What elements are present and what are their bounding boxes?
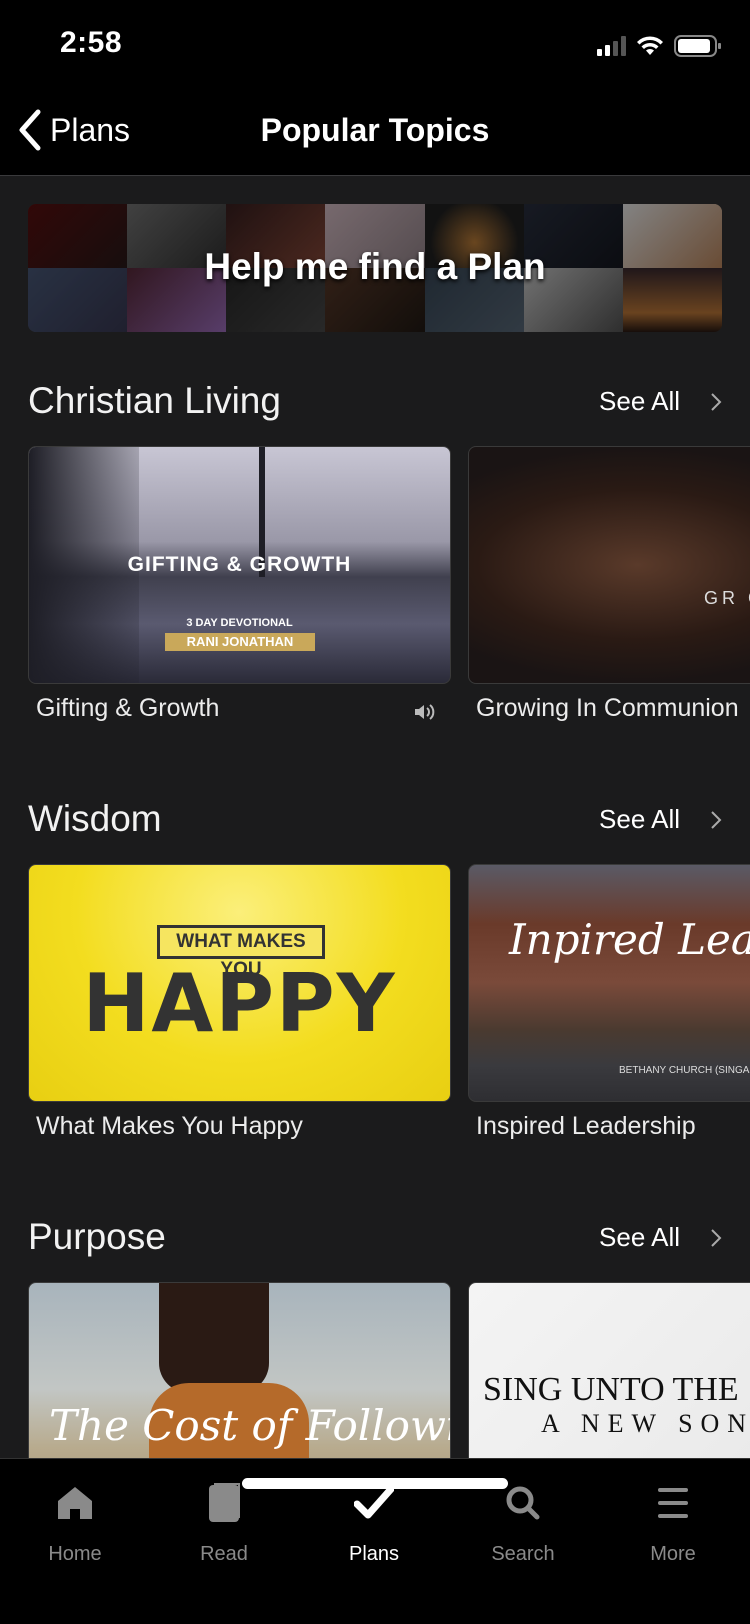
section-title: Wisdom [28, 798, 162, 839]
plan-title: What Makes You Happy [36, 1112, 303, 1140]
plan-image: The Cost of Following [28, 1282, 451, 1458]
section-title: Purpose [28, 1216, 166, 1257]
plan-carousel-purpose[interactable]: The Cost of Following SING UNTO THE A NE… [28, 1282, 750, 1458]
tab-read[interactable]: Read [164, 1481, 284, 1566]
section-header-wisdom: Wisdom See All [28, 798, 722, 848]
page-title: Popular Topics [260, 112, 490, 148]
find-plan-banner[interactable]: Help me find a Plan [28, 204, 722, 332]
status-time: 2:58 [60, 26, 123, 59]
see-all-button[interactable]: See All [599, 386, 722, 417]
plan-card[interactable]: Inpired Leade BETHANY CHURCH (SINGAPORE)… [468, 864, 750, 1141]
home-icon [58, 1487, 92, 1519]
tab-home[interactable]: Home [15, 1481, 135, 1566]
plan-carousel-wisdom[interactable]: WHAT MAKES YOU HAPPY What Makes You Happ… [28, 864, 750, 1154]
tab-more[interactable]: More [613, 1481, 733, 1566]
plan-image: WHAT MAKES YOU HAPPY [28, 864, 451, 1102]
plan-card[interactable]: GR COM WI Growing In Communion [468, 446, 750, 723]
plan-image-title: GIFTING & GROWTH [127, 553, 352, 576]
battery-icon [674, 35, 721, 57]
status-icons [597, 34, 722, 58]
chevron-right-icon [711, 810, 722, 829]
plan-title: Gifting & Growth [36, 694, 220, 722]
plan-card[interactable]: SING UNTO THE A NEW SON [468, 1282, 750, 1458]
cellular-signal-icon [597, 36, 626, 56]
section-title: Christian Living [28, 380, 281, 421]
checkmark-icon [354, 1485, 394, 1519]
plan-card[interactable]: The Cost of Following [28, 1282, 451, 1458]
navigation-bar: Plans Popular Topics [0, 90, 750, 176]
plan-image: Inpired Leade BETHANY CHURCH (SINGAPORE) [468, 864, 750, 1102]
banner-label: Help me find a Plan [204, 246, 546, 287]
chevron-right-icon [711, 1228, 722, 1247]
search-icon [506, 1486, 540, 1520]
plan-image: SING UNTO THE A NEW SON [468, 1282, 750, 1458]
plan-title: Growing In Communion [476, 694, 739, 722]
book-icon [209, 1483, 240, 1522]
plan-title: Inspired Leadership [476, 1112, 696, 1140]
home-indicator[interactable] [242, 1478, 508, 1489]
audio-speaker-icon [415, 704, 435, 720]
wifi-icon [637, 36, 663, 55]
menu-icon [658, 1488, 688, 1518]
plan-image: GR COM WI [468, 446, 750, 684]
chevron-right-icon [711, 392, 722, 411]
see-all-button[interactable]: See All [599, 1222, 722, 1253]
section-header-christian-living: Christian Living See All [28, 380, 722, 430]
plan-card[interactable]: GIFTING & GROWTH 3 DAY DEVOTIONAL RANI J… [28, 446, 451, 723]
tab-plans[interactable]: Plans [314, 1481, 434, 1566]
plan-carousel-christian-living[interactable]: GIFTING & GROWTH 3 DAY DEVOTIONAL RANI J… [28, 446, 750, 736]
see-all-button[interactable]: See All [599, 804, 722, 835]
tab-search[interactable]: Search [463, 1481, 583, 1566]
status-bar: 2:58 [0, 0, 750, 90]
plan-image: GIFTING & GROWTH 3 DAY DEVOTIONAL RANI J… [28, 446, 451, 684]
section-header-purpose: Purpose See All [28, 1216, 722, 1266]
plan-card[interactable]: WHAT MAKES YOU HAPPY What Makes You Happ… [28, 864, 451, 1141]
